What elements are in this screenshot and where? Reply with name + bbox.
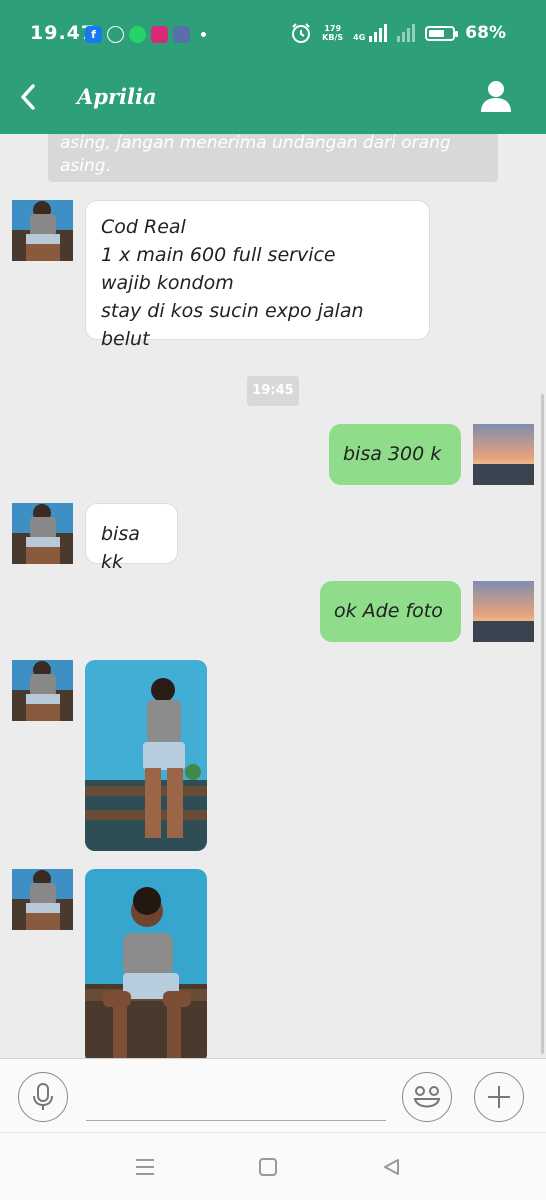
outgoing-message-bubble[interactable]: ok Ade foto — [320, 581, 461, 642]
system-note: asing, jangan menerima undangan dari ora… — [48, 134, 498, 182]
incoming-photo-message[interactable] — [85, 869, 207, 1058]
my-avatar[interactable] — [473, 581, 534, 642]
message-input-bar — [0, 1058, 546, 1132]
incoming-photo-message[interactable] — [85, 660, 207, 851]
avatar[interactable] — [12, 869, 73, 930]
back-button[interactable] — [14, 80, 44, 114]
instagram-icon — [151, 26, 168, 43]
avatar[interactable] — [12, 503, 73, 564]
emoji-button[interactable] — [402, 1072, 452, 1122]
person-icon[interactable] — [478, 78, 514, 114]
home-button[interactable] — [253, 1153, 283, 1181]
system-navigation-bar — [0, 1132, 546, 1200]
microphone-icon — [33, 1083, 53, 1110]
message-input[interactable] — [86, 1120, 386, 1121]
timestamp-divider: 19:45 — [247, 376, 299, 406]
avatar[interactable] — [12, 200, 73, 261]
plus-icon — [488, 1086, 510, 1108]
microphone-button[interactable] — [18, 1072, 68, 1122]
status-right: 179 KB/S 4G 68% — [290, 22, 506, 44]
gallery-app-icon — [173, 26, 190, 43]
chat-app-icon — [107, 26, 124, 43]
battery-percent: 68% — [465, 23, 506, 43]
smiley-icon — [413, 1086, 441, 1108]
more-notifications-dot — [201, 32, 206, 37]
avatar[interactable] — [12, 660, 73, 721]
triangle-back-icon — [384, 1159, 399, 1175]
menu-icon — [136, 1159, 154, 1175]
incoming-message-bubble[interactable]: bisa kk — [85, 503, 178, 573]
incoming-message-bubble[interactable]: Cod Real 1 x main 600 full service wajib… — [85, 200, 430, 350]
notification-icons: f — [85, 26, 206, 43]
outgoing-message-bubble[interactable]: bisa 300 k — [329, 424, 461, 485]
contact-name[interactable]: Aprilia — [77, 84, 157, 109]
signal-icon: 4G — [353, 24, 388, 42]
signal-sim2-icon — [397, 24, 416, 42]
header: 19.47 f 179 KB/S 4G 68% Aprilia — [0, 0, 546, 134]
system-back-button[interactable] — [376, 1153, 406, 1181]
attach-button[interactable] — [474, 1072, 524, 1122]
chat-area[interactable]: asing, jangan menerima undangan dari ora… — [0, 134, 546, 1058]
alarm-icon — [292, 23, 311, 43]
status-bar: 19.47 f 179 KB/S 4G 68% — [0, 0, 546, 70]
network-speed: 179 KB/S — [322, 24, 344, 42]
scrollbar[interactable] — [541, 394, 544, 1054]
whatsapp-icon — [129, 26, 146, 43]
battery-icon — [425, 25, 459, 41]
facebook-icon: f — [85, 26, 102, 43]
my-avatar[interactable] — [473, 424, 534, 485]
square-icon — [259, 1158, 277, 1176]
recents-button[interactable] — [130, 1153, 160, 1181]
